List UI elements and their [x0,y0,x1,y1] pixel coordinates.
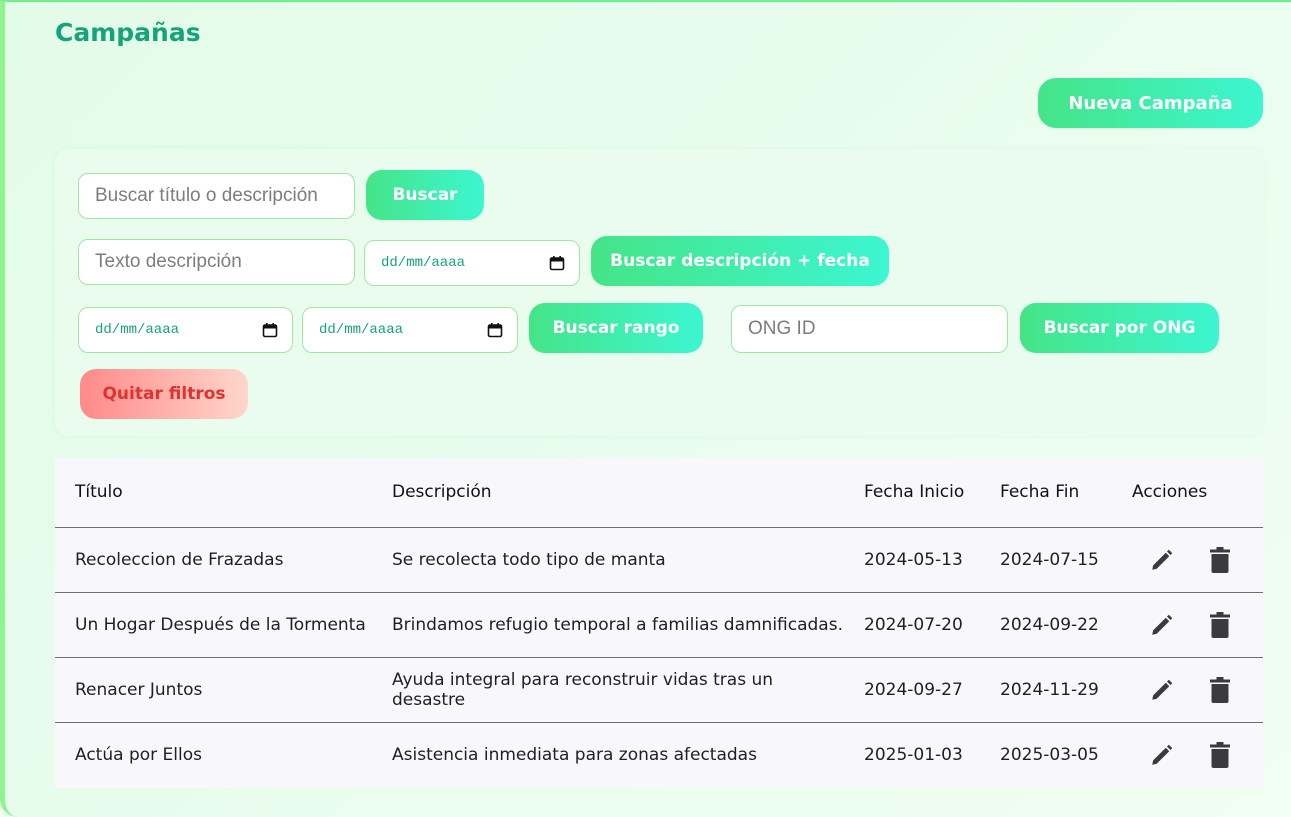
description-text-input[interactable]: Texto descripción [78,239,355,285]
cell-end-date: 2025-03-05 [980,721,1112,787]
search-ong-button[interactable]: Buscar por ONG [1020,303,1219,353]
pencil-icon[interactable] [1148,545,1176,575]
search-description-date-button[interactable]: Buscar descripción + fecha [591,236,889,286]
pencil-icon[interactable] [1148,675,1176,705]
description-date-placeholder: dd/mm/aaaa [381,255,466,271]
cell-start-date: 2025-01-03 [844,721,980,787]
cell-end-date: 2024-11-29 [980,656,1112,722]
trash-icon[interactable] [1206,740,1234,770]
range-to-date-input[interactable]: dd/mm/aaaa [302,307,518,353]
page-title: Campañas [55,18,201,47]
column-header-title: Título [75,482,123,503]
cell-title: Actúa por Ellos [55,721,372,787]
campaigns-table: Título Descripción Fecha Inicio Fecha Fi… [55,458,1263,788]
calendar-icon[interactable] [487,322,503,338]
trash-icon[interactable] [1206,675,1234,705]
cell-start-date: 2024-05-13 [844,526,980,592]
table-header-row: Título Descripción Fecha Inicio Fecha Fi… [55,458,1263,527]
trash-icon[interactable] [1206,545,1234,575]
app-frame: Campañas Nueva Campaña Buscar título o d… [0,0,1291,817]
pencil-icon[interactable] [1148,740,1176,770]
search-input[interactable]: Buscar título o descripción [78,173,355,219]
cell-start-date: 2024-09-27 [844,656,980,722]
cell-description: Ayuda integral para reconstruir vidas tr… [372,656,844,722]
cell-title: Recoleccion de Frazadas [55,526,372,592]
cell-description: Se recolecta todo tipo de manta [372,526,844,592]
table-row: Recoleccion de Frazadas Se recolecta tod… [55,526,1263,592]
cell-end-date: 2024-09-22 [980,591,1112,657]
ong-id-placeholder: ONG ID [748,318,816,339]
cell-actions [1112,721,1263,787]
search-button[interactable]: Buscar [366,170,484,220]
table-row: Un Hogar Después de la Tormenta Brindamo… [55,591,1263,657]
cell-actions [1112,656,1263,722]
ong-id-input[interactable]: ONG ID [731,305,1008,353]
cell-description: Brindamos refugio temporal a familias da… [372,591,844,657]
calendar-icon[interactable] [549,255,565,271]
table-row: Actúa por Ellos Asistencia inmediata par… [55,721,1263,787]
description-date-input[interactable]: dd/mm/aaaa [364,240,580,286]
cell-start-date: 2024-07-20 [844,591,980,657]
column-header-end-date: Fecha Fin [1000,482,1080,503]
table-row: Renacer Juntos Ayuda integral para recon… [55,656,1263,722]
new-campaign-button[interactable]: Nueva Campaña [1038,78,1263,128]
range-from-placeholder: dd/mm/aaaa [95,322,180,338]
cell-title: Renacer Juntos [55,656,372,722]
cell-end-date: 2024-07-15 [980,526,1112,592]
column-header-actions: Acciones [1132,482,1208,503]
column-header-description: Descripción [392,482,492,503]
calendar-icon[interactable] [262,322,278,338]
trash-icon[interactable] [1206,610,1234,640]
cell-actions [1112,591,1263,657]
cell-title: Un Hogar Después de la Tormenta [55,591,372,657]
cell-actions [1112,526,1263,592]
cell-description: Asistencia inmediata para zonas afectada… [372,721,844,787]
search-range-button[interactable]: Buscar rango [529,303,703,353]
range-from-date-input[interactable]: dd/mm/aaaa [78,307,293,353]
description-text-placeholder: Texto descripción [95,251,242,272]
clear-filters-button[interactable]: Quitar filtros [80,369,248,419]
column-header-start-date: Fecha Inicio [864,482,965,503]
range-to-placeholder: dd/mm/aaaa [319,322,404,338]
pencil-icon[interactable] [1148,610,1176,640]
search-input-placeholder: Buscar título o descripción [95,185,318,206]
